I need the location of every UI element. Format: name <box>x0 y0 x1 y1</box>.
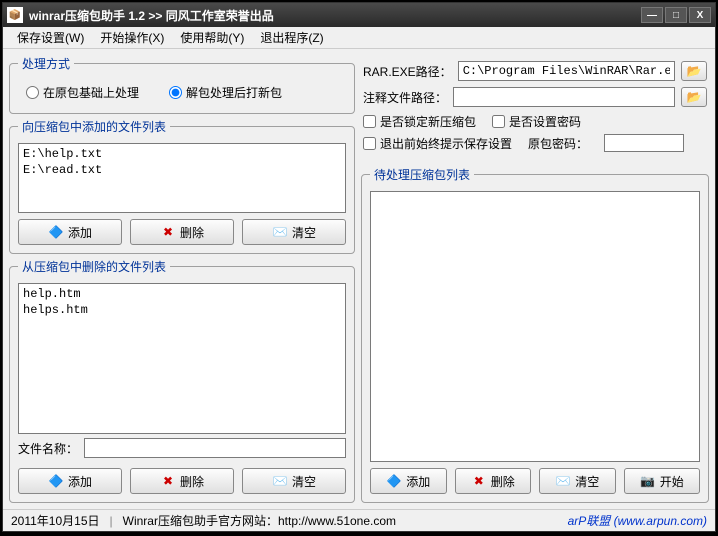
status-site: Winrar压缩包助手官方网站：http://www.51one.com <box>123 512 396 529</box>
delete-button[interactable]: ✖删除 <box>130 468 234 494</box>
envelope-icon: ✉️ <box>272 473 288 489</box>
list-item[interactable]: E:\help.txt <box>21 146 343 162</box>
x-red-icon: ✖ <box>471 473 487 489</box>
comment-path-input[interactable] <box>453 87 675 107</box>
envelope-icon: ✉️ <box>272 224 288 240</box>
comment-path-label: 注释文件路径： <box>363 89 447 106</box>
titlebar: 📦 winrar压缩包助手 1.2 >> 同风工作室荣誉出品 — □ X <box>3 3 715 27</box>
add-button[interactable]: 🔷添加 <box>18 468 122 494</box>
diamond-blue-icon: 🔷 <box>48 473 64 489</box>
browse-rar-button[interactable]: 📂 <box>681 61 707 81</box>
checkbox-password[interactable]: 是否设置密码 <box>492 113 581 130</box>
menu-exit[interactable]: 退出程序(Z) <box>252 27 331 48</box>
x-red-icon: ✖ <box>160 473 176 489</box>
clear-button[interactable]: ✉️清空 <box>539 468 616 494</box>
orig-pwd-input[interactable] <box>604 134 684 152</box>
rar-path-label: RAR.EXE路径： <box>363 63 452 80</box>
orig-pwd-label: 原包密码： <box>528 135 588 152</box>
process-mode-group: 处理方式 在原包基础上处理 解包处理后打新包 <box>9 55 355 114</box>
list-item[interactable]: helps.htm <box>21 302 343 318</box>
radio-original[interactable]: 在原包基础上处理 <box>26 84 139 101</box>
statusbar: 2011年10月15日 | Winrar压缩包助手官方网站：http://www… <box>3 509 715 531</box>
app-icon: 📦 <box>7 7 23 23</box>
del-listbox[interactable]: help.htm helps.htm <box>18 283 346 434</box>
add-button[interactable]: 🔷添加 <box>18 219 122 245</box>
menu-start[interactable]: 开始操作(X) <box>92 27 172 48</box>
add-button[interactable]: 🔷添加 <box>370 468 447 494</box>
process-mode-legend: 处理方式 <box>18 55 74 72</box>
add-list-legend: 向压缩包中添加的文件列表 <box>18 118 170 135</box>
envelope-icon: ✉️ <box>555 473 571 489</box>
list-item[interactable]: E:\read.txt <box>21 162 343 178</box>
close-button[interactable]: X <box>689 7 711 23</box>
start-button[interactable]: 📷开始 <box>624 468 701 494</box>
brand-link[interactable]: arP联盟 (www.arpun.com) <box>568 512 707 529</box>
diamond-blue-icon: 🔷 <box>48 224 64 240</box>
menu-help[interactable]: 使用帮助(Y) <box>172 27 252 48</box>
diamond-blue-icon: 🔷 <box>386 473 402 489</box>
list-item[interactable]: help.htm <box>21 286 343 302</box>
status-date: 2011年10月15日 <box>11 512 100 529</box>
delete-button[interactable]: ✖删除 <box>455 468 532 494</box>
checkbox-lock[interactable]: 是否锁定新压缩包 <box>363 113 476 130</box>
menubar: 保存设置(W) 开始操作(X) 使用帮助(Y) 退出程序(Z) <box>3 27 715 49</box>
del-list-group: 从压缩包中删除的文件列表 help.htm helps.htm 文件名称： 🔷添… <box>9 258 355 503</box>
clear-button[interactable]: ✉️清空 <box>242 219 346 245</box>
add-list-group: 向压缩包中添加的文件列表 E:\help.txt E:\read.txt 🔷添加… <box>9 118 355 254</box>
browse-comment-button[interactable]: 📂 <box>681 87 707 107</box>
window-title: winrar压缩包助手 1.2 >> 同风工作室荣誉出品 <box>29 7 641 24</box>
folder-icon: 📂 <box>687 90 702 104</box>
del-list-legend: 从压缩包中删除的文件列表 <box>18 258 170 275</box>
filename-input[interactable] <box>84 438 346 458</box>
delete-button[interactable]: ✖删除 <box>130 219 234 245</box>
camera-icon: 📷 <box>640 473 656 489</box>
rar-path-input[interactable] <box>458 61 675 81</box>
pending-listbox[interactable] <box>370 191 700 462</box>
filename-label: 文件名称： <box>18 440 78 457</box>
add-listbox[interactable]: E:\help.txt E:\read.txt <box>18 143 346 213</box>
x-red-icon: ✖ <box>160 224 176 240</box>
checkbox-prompt[interactable]: 退出前始终提示保存设置 <box>363 135 512 152</box>
maximize-button[interactable]: □ <box>665 7 687 23</box>
clear-button[interactable]: ✉️清空 <box>242 468 346 494</box>
folder-icon: 📂 <box>687 64 702 78</box>
radio-repack[interactable]: 解包处理后打新包 <box>169 84 282 101</box>
minimize-button[interactable]: — <box>641 7 663 23</box>
pending-list-group: 待处理压缩包列表 🔷添加 ✖删除 ✉️清空 📷开始 <box>361 166 709 503</box>
pending-legend: 待处理压缩包列表 <box>370 166 474 183</box>
menu-save[interactable]: 保存设置(W) <box>9 27 92 48</box>
